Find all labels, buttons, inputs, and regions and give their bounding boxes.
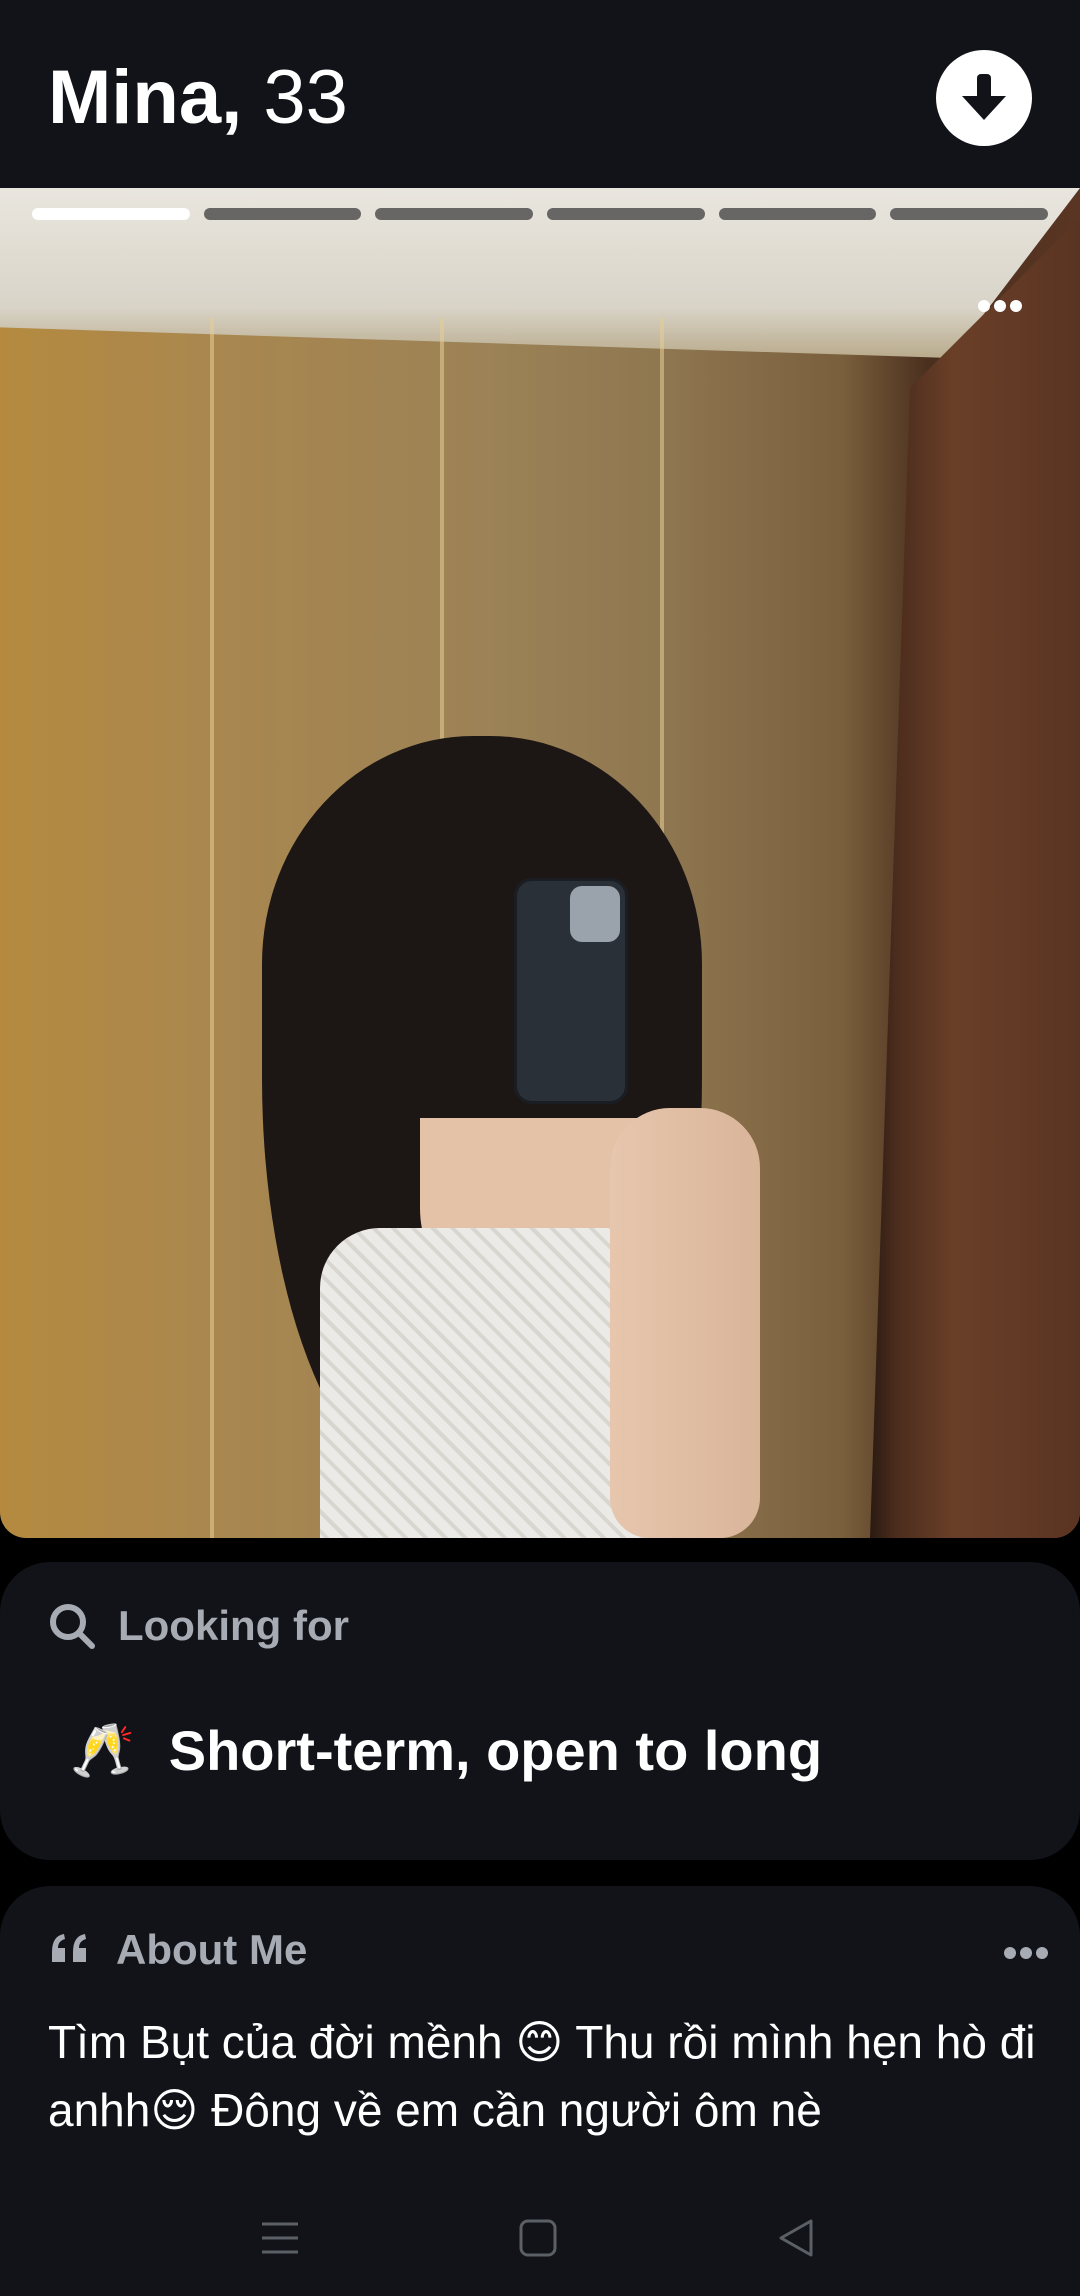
photo-phone [514, 878, 628, 1104]
back-button[interactable] [764, 2206, 828, 2270]
profile-screen: Mina, 33 Looking for 🥂 Short-term, open … [0, 0, 1080, 2296]
photo-progress-segment-6[interactable] [890, 208, 1049, 220]
photo-phone-camera [570, 886, 620, 942]
looking-for-value: Short-term, open to long [168, 1719, 823, 1782]
looking-for-header: Looking for [48, 1602, 349, 1650]
arrow-down-icon [962, 74, 1006, 120]
profile-age: 33 [263, 55, 348, 140]
champagne-icon: 🥂 [70, 1720, 135, 1781]
square-icon [519, 2219, 557, 2257]
back-triangle-icon [779, 2219, 813, 2257]
more-horizontal-icon [978, 300, 1022, 312]
profile-header: Mina, 33 [0, 0, 1080, 188]
system-navigation-bar [0, 2180, 1080, 2296]
profile-name: Mina, [48, 55, 243, 140]
about-me-header: About Me [48, 1926, 307, 1974]
looking-for-card: Looking for 🥂 Short-term, open to long [0, 1562, 1080, 1860]
more-horizontal-icon [1004, 1947, 1048, 1959]
quote-icon [52, 1934, 86, 1962]
about-me-more-button[interactable] [1004, 1938, 1048, 1960]
recent-apps-button[interactable] [248, 2206, 312, 2270]
photo-more-button[interactable] [978, 292, 1022, 313]
photo-progress-segment-2[interactable] [203, 208, 362, 220]
photo-door [870, 218, 1080, 1538]
collapse-profile-button[interactable] [936, 50, 1032, 146]
home-button[interactable] [506, 2206, 570, 2270]
wall-panel-line [210, 318, 214, 1538]
looking-for-heading: Looking for [118, 1602, 349, 1649]
photo-person-arm [610, 1108, 760, 1538]
photo-progress-bar [32, 208, 1049, 222]
menu-icon [262, 2222, 298, 2254]
photo-progress-segment-3[interactable] [375, 208, 534, 220]
about-me-text: Tìm Bụt của đời mềnh 😊 Thu rồi mình hẹn … [48, 2016, 1036, 2136]
profile-photo[interactable] [0, 188, 1080, 1538]
looking-for-value-row: 🥂 Short-term, open to long [70, 1718, 822, 1783]
photo-progress-segment-1[interactable] [32, 208, 190, 220]
about-me-heading: About Me [116, 1926, 308, 1973]
photo-progress-segment-4[interactable] [547, 208, 705, 220]
photo-progress-segment-5[interactable] [718, 208, 877, 220]
search-icon [50, 1604, 95, 1649]
profile-title: Mina, 33 [48, 48, 348, 148]
